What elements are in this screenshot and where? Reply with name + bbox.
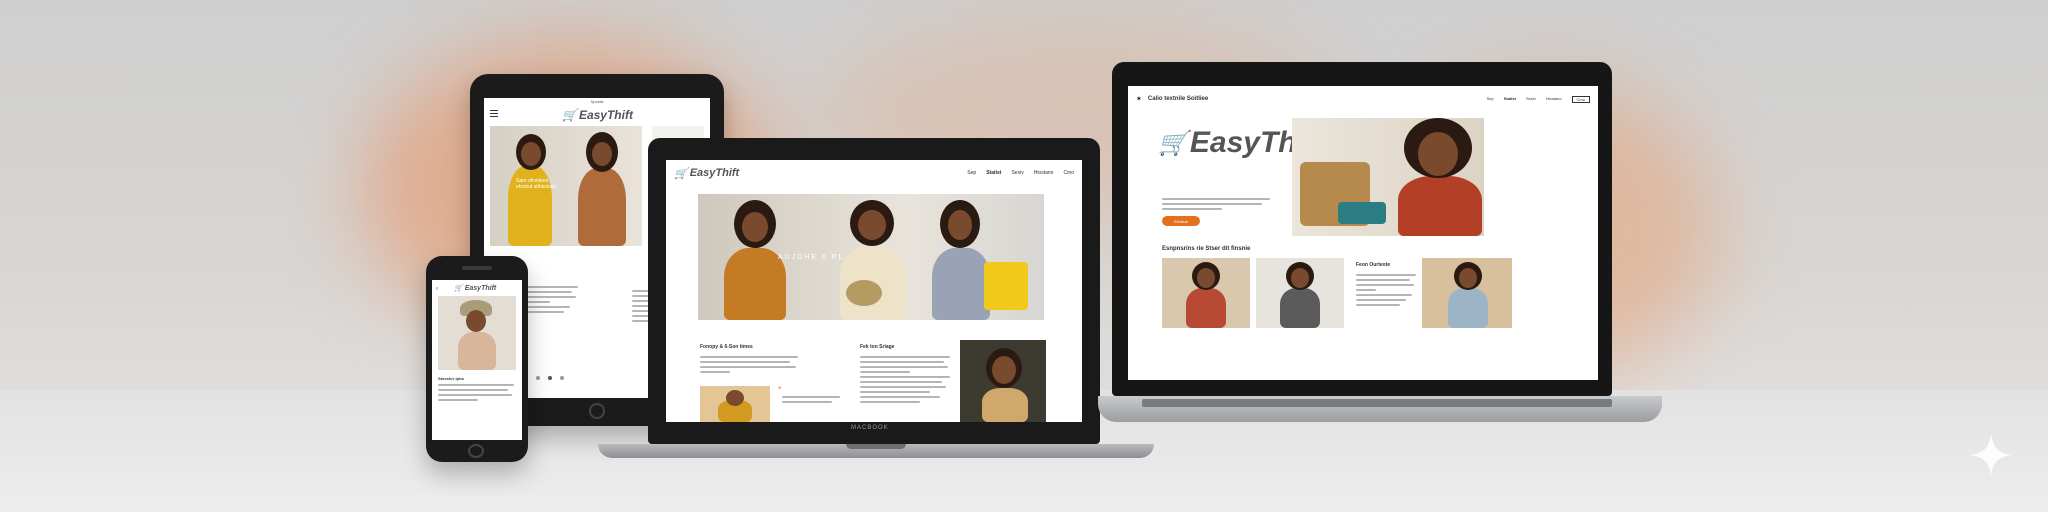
center-nav-links: Sep Statist Sesiv Hiostano Cmo: [967, 170, 1074, 176]
right-laptop-screen: ✶ Calio textnile Soitliee Sep Statist Se…: [1128, 86, 1598, 380]
woven-basket: [846, 280, 882, 306]
center-site-nav: 🛒 EasyThift Sep Statist Sesiv Hiostano Cm…: [666, 160, 1082, 186]
person-face: [1418, 132, 1458, 176]
phone-speaker: [462, 266, 492, 270]
right-hero-button[interactable]: Ehnitutt: [1162, 216, 1200, 226]
right-thumb-image: [1422, 258, 1512, 328]
nav-link[interactable]: Cmo: [1063, 170, 1074, 176]
person: [724, 248, 786, 320]
phone-paragraph: [438, 384, 516, 404]
cart-icon: 🛒: [562, 108, 577, 122]
person-face: [1197, 268, 1215, 288]
nav-link[interactable]: Sesiv: [1526, 96, 1536, 103]
cart-icon: 🛒: [674, 167, 688, 180]
center-laptop-notch: [846, 444, 906, 449]
right-side-title: Feon Ourteote: [1356, 262, 1391, 268]
tablet-status-text: Spoeta: [590, 99, 604, 104]
tablet-pagination: [524, 376, 564, 380]
right-thumb-image: [1162, 258, 1250, 328]
menu-icon[interactable]: [490, 110, 498, 117]
center-paragraph: [782, 396, 842, 406]
center-section-title: Fonopy & 6-Son times: [700, 344, 753, 350]
nav-link[interactable]: Cmo: [1571, 95, 1590, 103]
back-arrow-icon[interactable]: ‹: [436, 286, 438, 292]
nav-link[interactable]: Sep: [1487, 96, 1494, 103]
page-dot[interactable]: [560, 376, 564, 380]
person-face: [726, 390, 744, 406]
phone-heading: Stoeshrr lpha: [438, 376, 464, 381]
folded-clothes: [1338, 202, 1386, 224]
person: [1398, 176, 1482, 236]
center-hero-overlay-text: AUJDHE 6 PL: [778, 254, 845, 261]
person-face: [948, 210, 972, 240]
right-thumb-image: [1256, 258, 1344, 328]
center-logo[interactable]: 🛒 EasyThift: [674, 167, 739, 180]
nav-link[interactable]: Sep: [967, 170, 976, 176]
person: [1280, 288, 1320, 328]
person: [1186, 288, 1226, 328]
center-paragraph: [700, 356, 800, 376]
person-face: [742, 212, 768, 242]
right-side-paragraph: [1356, 274, 1418, 309]
cart-icon: 🛒: [1158, 129, 1188, 157]
phone-hero-image: [438, 296, 516, 370]
tablet-paragraph: [520, 286, 580, 316]
phone-home-button[interactable]: [468, 444, 484, 458]
center-laptop-screen: 🛒 EasyThift Sep Statist Sesiv Hiostano Cm…: [666, 160, 1082, 422]
nav-link[interactable]: Sesiv: [1011, 170, 1023, 176]
person-face: [1459, 268, 1477, 288]
phone-logo[interactable]: 🛒 EasyThift: [454, 284, 496, 293]
person-face: [466, 310, 486, 332]
sparkle-icon: [1970, 434, 2012, 476]
tablet-status-bar: Spoeta: [484, 98, 710, 106]
center-section-title: Fek ton Sriage: [860, 344, 895, 350]
nav-link[interactable]: Statist: [986, 170, 1001, 176]
person: [932, 248, 990, 320]
right-section-title: Esnpnsrins rie Stser dit finsnie: [1162, 246, 1251, 252]
right-hero-image: [1292, 118, 1484, 236]
right-nav-links: Sep Statist Sesiv Hiostano Cmo: [1487, 95, 1590, 103]
right-laptop-device: ✶ Calio textnile Soitliee Sep Statist Se…: [1098, 62, 1662, 426]
person: [458, 332, 496, 370]
right-laptop-keyboard: [1142, 399, 1612, 407]
person-face: [521, 142, 541, 166]
center-laptop-device: 🛒 EasyThift Sep Statist Sesiv Hiostano Cm…: [598, 138, 1154, 460]
nav-link[interactable]: Statist: [1504, 96, 1516, 103]
tablet-hero-overlay-text: Sare afrvidees ehcteut stihtesiate: [516, 178, 557, 190]
page-dot[interactable]: [536, 376, 540, 380]
person-face: [1291, 268, 1309, 288]
phone-screen: ‹ 🛒 EasyThift Stoeshrr lpha: [432, 280, 522, 440]
yellow-tote-bag: [984, 262, 1028, 310]
center-laptop-brand: MACBOOK: [851, 425, 889, 431]
page-dot[interactable]: [548, 376, 552, 380]
center-paragraph: [860, 356, 952, 406]
cart-icon: 🛒: [454, 285, 463, 292]
center-side-image: [960, 340, 1046, 422]
person: [1448, 288, 1488, 328]
quote-icon: ❝: [778, 387, 782, 393]
tablet-logo[interactable]: 🛒 EasyThift: [562, 108, 633, 122]
pin-icon: ✶: [1136, 96, 1142, 103]
right-site-nav: ✶ Calio textnile Soitliee Sep Statist Se…: [1128, 86, 1598, 112]
right-hero-paragraph: [1162, 198, 1272, 213]
scene: Spoeta 🛒 EasyThift Sare afrvidees ehcteut…: [0, 0, 2048, 512]
center-thumb-image: [700, 386, 770, 422]
person: [982, 388, 1028, 422]
nav-link[interactable]: Hiostano: [1546, 96, 1562, 103]
right-nav-title: Calio textnile Soitliee: [1147, 96, 1209, 102]
center-hero-image: AUJDHE 6 PL: [698, 194, 1044, 320]
person-face: [992, 356, 1016, 384]
person-face: [858, 210, 886, 240]
nav-link[interactable]: Hiostano: [1034, 170, 1054, 176]
phone-device: ‹ 🛒 EasyThift Stoeshrr lpha: [426, 256, 528, 462]
